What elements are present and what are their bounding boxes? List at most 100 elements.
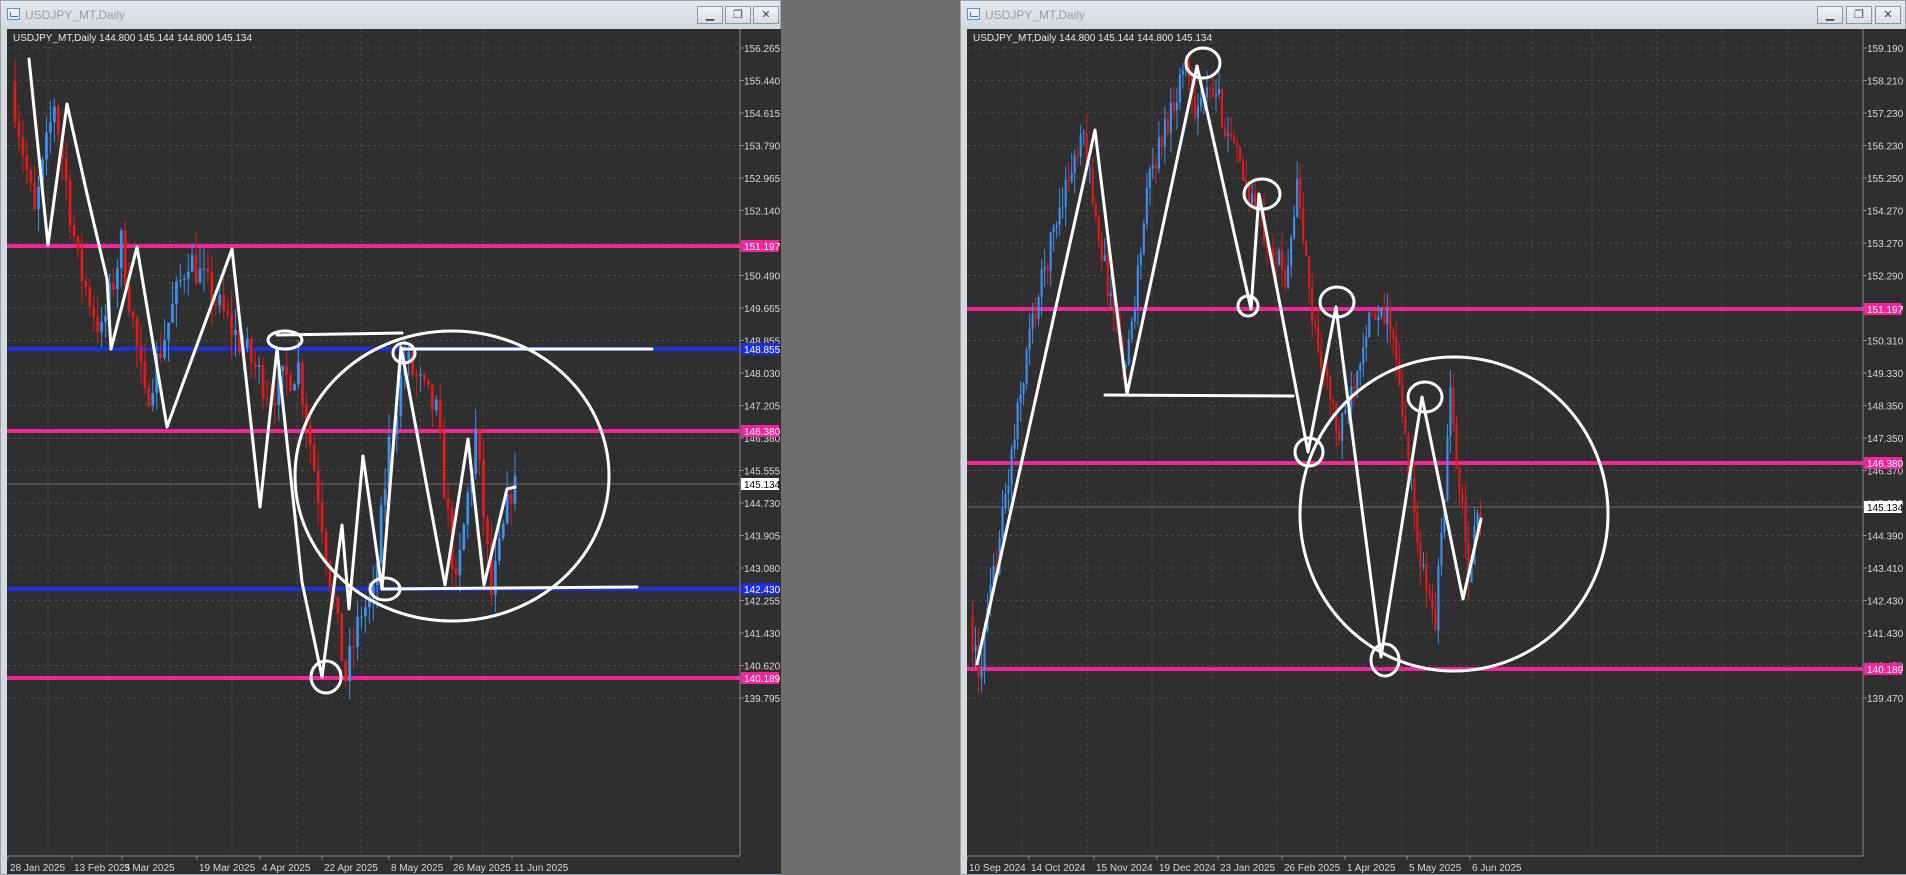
date-label: 3 Mar 2025 (124, 863, 175, 874)
chart-canvas[interactable]: 156.265 155.440 154.615 153.790 152.965 152.1… (7, 29, 781, 874)
date-label: 6 Jun 2025 (1472, 863, 1522, 874)
candle-body (1386, 307, 1389, 325)
close-button[interactable]: ✕ (753, 6, 779, 24)
candle-body (1106, 255, 1109, 297)
candle-body (1380, 307, 1383, 317)
candle-body (980, 670, 983, 678)
price-label: 150.490 (744, 272, 781, 283)
candle-body (1208, 87, 1212, 89)
candle-body (285, 365, 289, 375)
level-tag-label: 142.430 (744, 585, 781, 596)
candle-body (1293, 216, 1296, 238)
candle-body (182, 278, 186, 281)
minimize-button[interactable]: ▁ (1817, 6, 1843, 24)
candle-body (1299, 178, 1302, 209)
candle-body (1332, 400, 1335, 405)
minimize-icon: ▁ (705, 8, 715, 21)
candle-body (336, 597, 340, 614)
candle-body (45, 132, 48, 160)
candle-body (1034, 313, 1037, 320)
window-titlebar[interactable]: USDJPY_MT,Daily ▁ ❐ ✕ (1, 1, 780, 29)
candle-body (1395, 337, 1398, 360)
candle-body (1013, 439, 1016, 450)
candle-body (1082, 133, 1085, 135)
candle-body (1181, 70, 1184, 75)
candle-body (1052, 227, 1055, 233)
candle-body (1025, 349, 1028, 384)
candle-body (1073, 155, 1076, 174)
candle-body (1004, 493, 1007, 508)
candle-body (1193, 96, 1196, 118)
price-label: 149.330 (1867, 369, 1904, 380)
user-drawings (27, 57, 654, 695)
candle-body (1284, 270, 1287, 288)
price-label: 141.430 (744, 629, 781, 640)
price-label: 139.470 (1867, 694, 1904, 705)
candle-body (33, 182, 37, 209)
candle-body (1061, 206, 1064, 208)
candle-body (25, 155, 29, 171)
candle-body (186, 271, 190, 279)
candle-body (1464, 500, 1467, 542)
price-label: 144.390 (1867, 532, 1904, 543)
candle-body (84, 281, 88, 287)
price-chart[interactable]: 156.265 155.440 154.615 153.790 152.965 152.1… (7, 29, 781, 874)
chart-window-right[interactable]: USDJPY_MT,Daily ▁ ❐ ✕ 159.190 158.210 157.… (960, 0, 1906, 875)
candle-body (348, 646, 352, 682)
candle-body (1196, 106, 1199, 118)
date-label: 10 Sep 2024 (969, 863, 1026, 874)
candle-body (1139, 253, 1142, 266)
candle-body (37, 186, 40, 209)
candle-body (1226, 133, 1230, 136)
chart-window-left[interactable]: USDJPY_MT,Daily ▁ ❐ ✕ 156.265 155.440 154.… (0, 0, 781, 875)
price-label: 143.410 (1867, 564, 1904, 575)
date-label: 13 Feb 2025 (74, 863, 131, 874)
candle-body (49, 122, 52, 133)
candle-body (206, 268, 210, 273)
candle-body (1211, 87, 1215, 97)
price-chart[interactable]: 159.190 158.210 157.230 156.230 155.250 154.2… (967, 29, 1906, 874)
candle-body (159, 353, 163, 359)
date-label: 28 Jan 2025 (10, 863, 65, 874)
minimize-button[interactable]: ▁ (697, 6, 723, 24)
candle-body (234, 330, 237, 335)
maximize-button[interactable]: ❐ (725, 6, 751, 24)
candle-body (458, 549, 462, 576)
candle-body (1374, 313, 1377, 321)
date-label: 8 May 2025 (391, 863, 444, 874)
candle-body (974, 644, 977, 652)
candle-body (139, 345, 143, 362)
candle-body (257, 365, 261, 367)
price-label: 149.665 (744, 304, 781, 315)
candle-body (1341, 413, 1344, 441)
chart-canvas[interactable]: 159.190 158.210 157.230 156.230 155.250 154.2… (967, 29, 1906, 874)
candle-body (971, 614, 974, 652)
user-drawings (975, 46, 1610, 678)
window-titlebar[interactable]: USDJPY_MT,Daily ▁ ❐ ✕ (961, 1, 1905, 29)
chart-header: USDJPY_MT,Daily 144.800 145.144 144.800 … (13, 33, 253, 44)
candle-body (1428, 590, 1431, 594)
price-label: 147.350 (1867, 434, 1904, 445)
date-label: 19 Dec 2024 (1159, 863, 1216, 874)
candle-body (1383, 307, 1386, 325)
candle-body (312, 444, 316, 471)
maximize-icon: ❐ (733, 8, 743, 21)
candle-body (1220, 88, 1224, 128)
candle-body (442, 433, 446, 499)
candle-body (1160, 137, 1163, 147)
maximize-button[interactable]: ❐ (1846, 6, 1872, 24)
candle-body (226, 310, 229, 314)
price-label: 142.255 (744, 597, 781, 608)
candle-body (1353, 386, 1356, 390)
candle-body (1320, 351, 1323, 369)
candle-body (301, 362, 304, 405)
candle-body (1016, 402, 1019, 440)
candle-body (1238, 147, 1242, 162)
candle-body (1458, 468, 1461, 494)
candle-body (1326, 369, 1329, 377)
price-label: 159.190 (1867, 44, 1904, 55)
candle-body (1335, 404, 1338, 431)
close-button[interactable]: ✕ (1875, 6, 1901, 24)
candle-body (214, 304, 218, 306)
price-label: 147.205 (744, 402, 781, 413)
